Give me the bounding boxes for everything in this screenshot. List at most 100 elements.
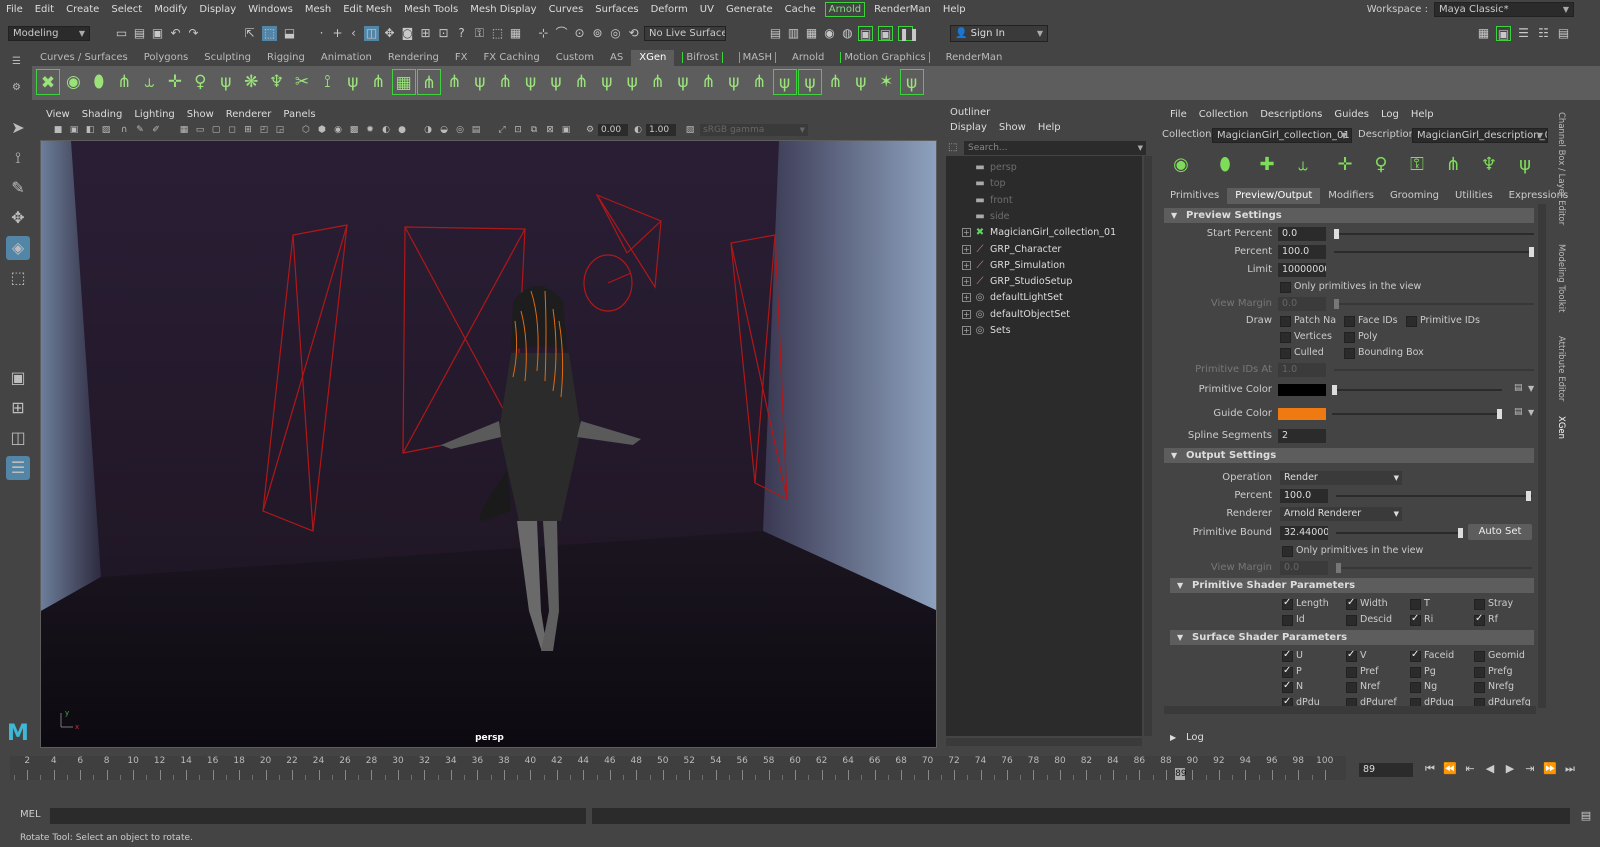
param-dpduref-checkbox[interactable]: dPduref (1346, 696, 1397, 706)
output-percent-slider[interactable] (1336, 495, 1532, 497)
gamma-field[interactable]: 1.00 (646, 124, 676, 136)
param-stray-checkbox[interactable]: Stray (1474, 597, 1513, 611)
outliner-menu-show[interactable]: Show (993, 121, 1032, 135)
shelf-tab-custom[interactable]: Custom (548, 50, 602, 66)
percent-field[interactable]: 100.0 (1278, 245, 1326, 259)
step-forward-frame-icon[interactable]: ⇥ (1522, 760, 1538, 778)
workspace-dropdown[interactable]: Maya Classic* ▼ (1434, 2, 1574, 17)
select-hierarchy-icon[interactable]: ⇱ (242, 26, 257, 41)
xgen-menu-guides[interactable]: Guides (1328, 108, 1375, 122)
shelf-tab-motion-graphics[interactable]: Motion Graphics (832, 50, 937, 66)
surface-shader-header[interactable]: ▼ Surface Shader Parameters (1170, 630, 1534, 645)
guide-comb-icon[interactable]: ψ (1512, 152, 1538, 178)
operation-dropdown[interactable]: Render ▼ (1280, 471, 1402, 485)
go-to-start-icon[interactable]: ⏮ (1422, 760, 1438, 778)
menu-modify[interactable]: Modify (148, 0, 193, 19)
xgen-menu-help[interactable]: Help (1405, 108, 1440, 122)
menu-mesh-tools[interactable]: Mesh Tools (398, 0, 464, 19)
xgen-tab-preview-output[interactable]: Preview/Output (1227, 188, 1321, 204)
param-v-checkbox[interactable]: V (1346, 648, 1367, 663)
xgen-vertical-scrollbar[interactable] (1538, 204, 1546, 708)
xgen-shelf-tool-icon[interactable]: ⋔ (646, 69, 670, 95)
viewport-menu-lighting[interactable]: Lighting (128, 108, 180, 122)
safe-action-icon[interactable]: ◰ (258, 124, 270, 136)
xgen-tab-primitives[interactable]: Primitives (1162, 188, 1227, 204)
shelf-tab-polygons[interactable]: Polygons (136, 50, 197, 66)
menu-renderman[interactable]: RenderMan (868, 0, 937, 19)
xgen-shelf-tool-icon[interactable]: ψ (214, 69, 238, 95)
move-guide-icon[interactable]: ⥿ (1290, 152, 1316, 178)
xgen-tab-utilities[interactable]: Utilities (1447, 188, 1501, 204)
snap-curve-icon[interactable]: ⌒ (554, 26, 569, 41)
camera-icon[interactable]: ■ (52, 124, 64, 136)
xgen-shelf-tool-icon[interactable]: ✖ (36, 69, 60, 95)
outliner-item-defaultlightset[interactable]: + ◎ defaultLightSet (946, 290, 1142, 306)
new-scene-icon[interactable]: ▭ (114, 26, 129, 41)
open-scene-icon[interactable]: ▤ (132, 26, 147, 41)
xgen-shelf-tool-icon[interactable]: ψ (849, 69, 873, 95)
shelf-tab-curves-surfaces[interactable]: Curves / Surfaces (32, 50, 136, 66)
select-object-icon[interactable]: ⬚ (262, 26, 277, 41)
shelf-tab-bifrost[interactable]: Bifrost (674, 50, 730, 66)
select-surfaces-icon[interactable]: ◫ (364, 26, 379, 41)
view-margin-field[interactable]: 0.0 (1278, 297, 1326, 311)
shelf-tab-mash[interactable]: MASH (731, 50, 784, 66)
output-percent-field[interactable]: 100.0 (1280, 489, 1328, 503)
primitive-shader-header[interactable]: ▼ Primitive Shader Parameters (1170, 578, 1534, 593)
select-handles-icon[interactable]: ⋅ (314, 26, 329, 41)
four-pane-icon[interactable]: ⊞ (6, 396, 30, 420)
start-percent-field[interactable]: 0.0 (1278, 227, 1326, 241)
outliner-search-input[interactable]: Search... ▼ (964, 141, 1146, 155)
param-length-checkbox[interactable]: Length (1282, 596, 1329, 611)
guide-color-swatch[interactable] (1278, 408, 1326, 420)
color-management-icon[interactable]: ▧ (684, 124, 696, 136)
perspective-viewport[interactable]: y x persp (40, 140, 937, 748)
xgen-shelf-tool-icon[interactable]: ⋔ (112, 69, 136, 95)
collection-dropdown[interactable]: MagicianGirl_collection_01 ▼ (1212, 128, 1352, 143)
tool-settings-icon[interactable]: ☰ (1516, 26, 1531, 41)
layer-editor-icon[interactable]: ▤ (1556, 26, 1571, 41)
param-dpdurefg-checkbox[interactable]: dPdurefg (1474, 696, 1531, 706)
output-view-margin-slider[interactable] (1336, 567, 1532, 569)
xgen-horizontal-scrollbar[interactable] (1164, 706, 1536, 714)
preview-visibility-icon[interactable]: ◉ (1168, 152, 1194, 178)
xgen-menu-descriptions[interactable]: Descriptions (1254, 108, 1328, 122)
live-surface-field[interactable]: No Live Surface (644, 26, 726, 41)
xgen-shelf-tool-icon[interactable]: ⬮ (87, 69, 111, 95)
guide-color-slider[interactable] (1332, 413, 1502, 415)
xgen-shelf-tool-icon[interactable]: ❋ (239, 69, 263, 95)
xgen-menu-collection[interactable]: Collection (1193, 108, 1254, 122)
draw-bounding-box-checkbox[interactable]: Bounding Box (1344, 346, 1424, 360)
select-dynamics-icon[interactable]: ◙ (400, 26, 415, 41)
channel-box-tab[interactable]: Channel Box / Layer Editor (1554, 112, 1566, 225)
outliner-item-persp[interactable]: ▬ persp (946, 160, 1142, 176)
output-percent-knob[interactable] (1526, 491, 1531, 501)
xgen-shelf-tool-icon[interactable]: ψ (620, 69, 644, 95)
menu-curves[interactable]: Curves (543, 0, 590, 19)
xgen-shelf-tool-icon[interactable]: ⋔ (417, 69, 441, 95)
xgen-shelf-tool-icon[interactable]: ⋔ (493, 69, 517, 95)
outliner-layout-icon[interactable]: ☰ (6, 456, 30, 480)
xgen-shelf-tool-icon[interactable]: ⋔ (823, 69, 847, 95)
select-misc-icon[interactable]: ⊡ (436, 26, 451, 41)
select-curves-icon[interactable]: ‹ (346, 26, 361, 41)
menu-generate[interactable]: Generate (720, 0, 779, 19)
color-map-icon[interactable]: ▤ (1514, 407, 1523, 417)
shelf-tab-as[interactable]: AS (602, 50, 631, 66)
outliner-menu-display[interactable]: Display (944, 121, 993, 135)
snap-grid-icon[interactable]: ⊹ (536, 26, 551, 41)
view-margin-knob[interactable] (1334, 299, 1339, 309)
xgen-shelf-tool-icon[interactable]: ✂ (290, 69, 314, 95)
xray-icon[interactable]: ◑ (422, 124, 434, 136)
select-component-icon[interactable]: ⬓ (282, 26, 297, 41)
primitive-ids-at-field[interactable]: 1.0 (1278, 363, 1326, 377)
param-pg-checkbox[interactable]: Pg (1410, 665, 1436, 679)
save-scene-icon[interactable]: ▣ (150, 26, 165, 41)
menu-surfaces[interactable]: Surfaces (589, 0, 644, 19)
rotate-tool-icon[interactable]: ◈ (6, 236, 30, 260)
grid-icon[interactable]: ▦ (178, 124, 190, 136)
param-t-checkbox[interactable]: T (1410, 597, 1430, 611)
select-deformations-icon[interactable]: ✥ (382, 26, 397, 41)
outliner-menu-help[interactable]: Help (1032, 121, 1067, 135)
2d-pan-icon[interactable]: ✎ (134, 124, 146, 136)
